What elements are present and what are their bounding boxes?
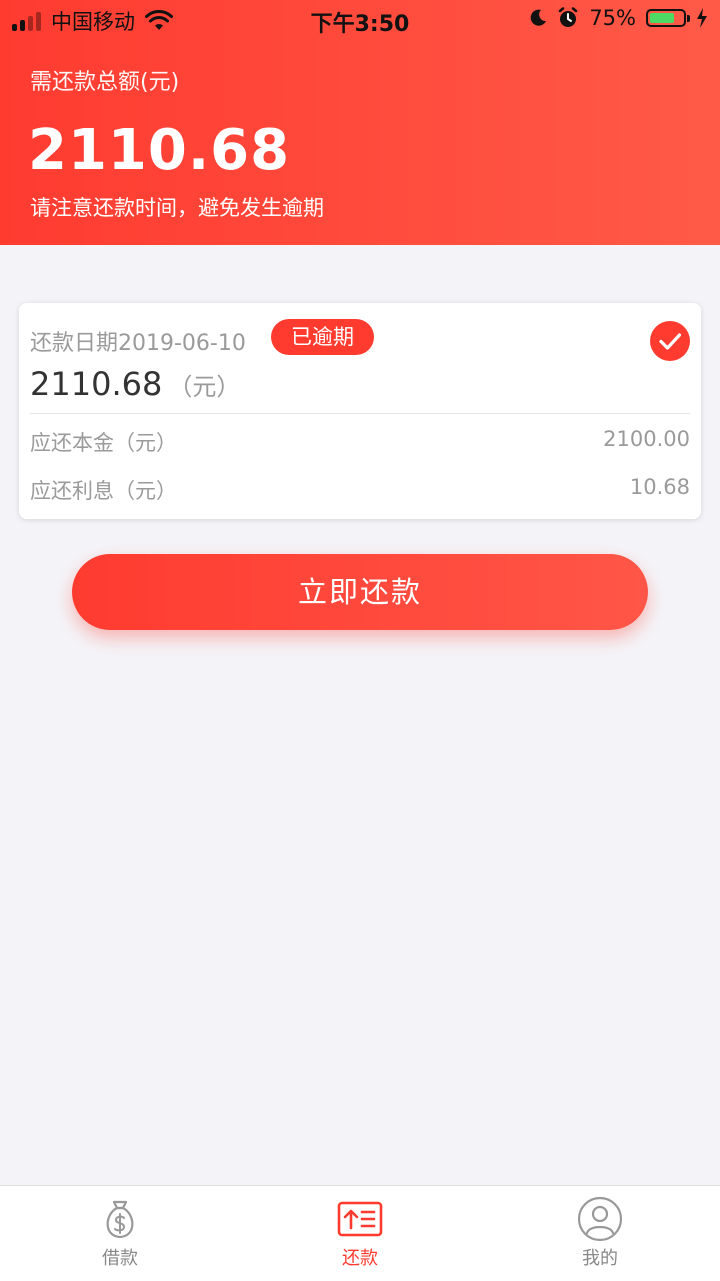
principal-value: 2100.00 <box>603 427 690 451</box>
tab-mine[interactable]: 我的 <box>530 1196 670 1270</box>
battery-percent: 75% <box>589 6 636 30</box>
tab-label: 我的 <box>582 1248 618 1269</box>
interest-row: 应还利息（元） 10.68 <box>30 475 690 505</box>
battery-level <box>650 13 674 23</box>
battery-icon <box>646 9 690 27</box>
repay-tip: 请注意还款时间，避免发生逾期 <box>30 196 324 220</box>
tab-label: 借款 <box>102 1248 138 1269</box>
check-icon[interactable] <box>650 321 690 361</box>
repay-list-icon <box>337 1196 383 1242</box>
card-divider <box>30 413 690 414</box>
tab-bar: 借款 还款 我的 <box>0 1185 720 1281</box>
alarm-icon <box>559 7 578 27</box>
interest-label: 应还利息（元） <box>30 479 177 503</box>
status-bar: 中国移动 下午3:50 75% <box>0 0 720 40</box>
user-icon <box>577 1196 623 1242</box>
repayment-card[interactable]: 还款日期2019-06-10 已逾期 2110.68 （元） 应还本金（元） 2… <box>19 303 701 519</box>
repay-date: 还款日期2019-06-10 <box>30 331 246 356</box>
overdue-badge: 已逾期 <box>271 319 374 355</box>
tab-borrow[interactable]: 借款 <box>50 1196 190 1270</box>
total-label: 需还款总额(元) <box>30 70 180 95</box>
money-bag-icon <box>97 1196 143 1242</box>
tab-repay[interactable]: 还款 <box>290 1196 430 1270</box>
moon-icon <box>531 9 547 26</box>
charging-icon <box>697 8 707 28</box>
total-amount: 2110.68 <box>28 118 291 183</box>
card-amount: 2110.68 <box>30 365 163 403</box>
tab-label: 还款 <box>342 1248 378 1269</box>
card-amount-row: 2110.68 （元） <box>30 365 240 403</box>
principal-label: 应还本金（元） <box>30 431 177 455</box>
repay-now-button[interactable]: 立即还款 <box>72 554 648 630</box>
summary-header: 中国移动 下午3:50 75% 需还款总额(元) 2110.68 请注意还款时间… <box>0 0 720 245</box>
principal-row: 应还本金（元） 2100.00 <box>30 427 690 457</box>
status-right: 75% <box>529 6 708 30</box>
interest-value: 10.68 <box>629 475 690 499</box>
card-amount-unit: （元） <box>168 373 241 401</box>
